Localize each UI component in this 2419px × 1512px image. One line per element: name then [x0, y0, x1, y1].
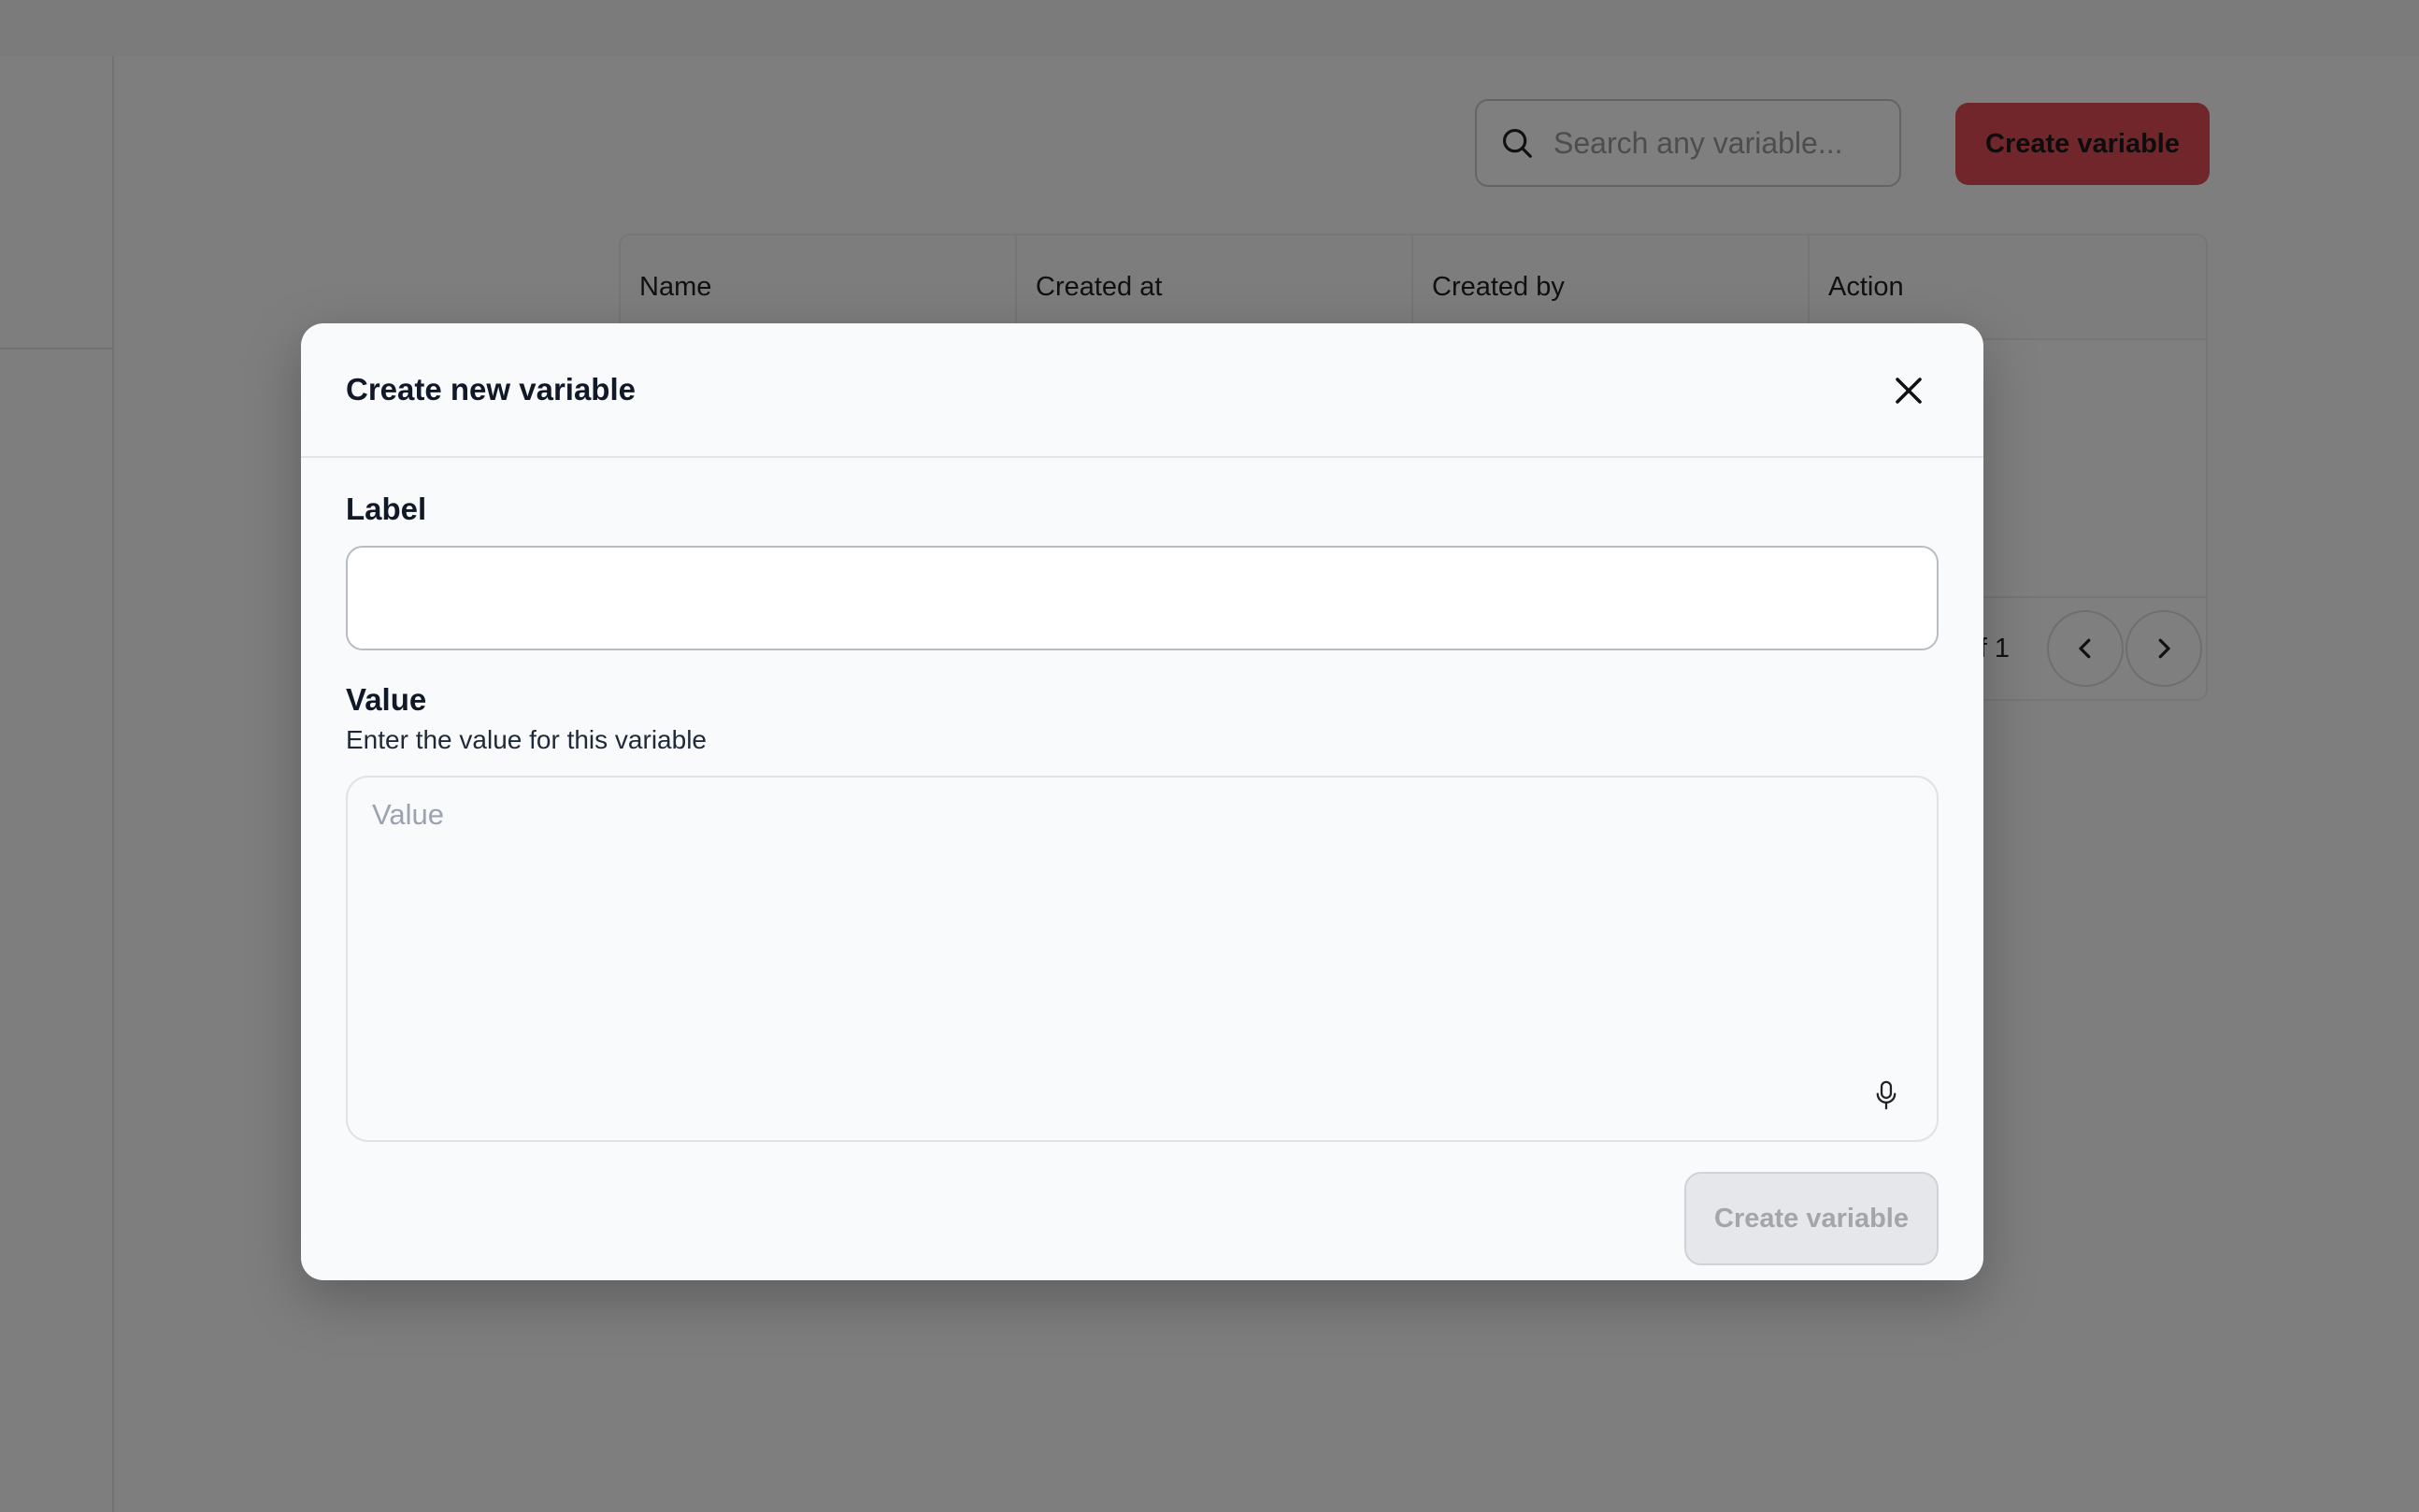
modal-title: Create new variable — [346, 372, 636, 407]
value-textarea[interactable] — [346, 776, 1939, 1142]
create-variable-modal: Create new variable Label Value Enter th… — [301, 323, 1983, 1280]
modal-header: Create new variable — [301, 323, 1983, 458]
submit-create-variable-button[interactable]: Create variable — [1684, 1172, 1939, 1265]
voice-input-button[interactable] — [1868, 1077, 1905, 1114]
label-input[interactable] — [346, 546, 1939, 650]
label-field-label: Label — [346, 492, 427, 526]
value-field-label: Value — [346, 682, 427, 717]
close-icon — [1896, 378, 1922, 404]
microphone-icon — [1876, 1080, 1897, 1110]
value-field-help-text: Enter the value for this variable — [346, 725, 707, 754]
close-button[interactable] — [1884, 366, 1933, 415]
